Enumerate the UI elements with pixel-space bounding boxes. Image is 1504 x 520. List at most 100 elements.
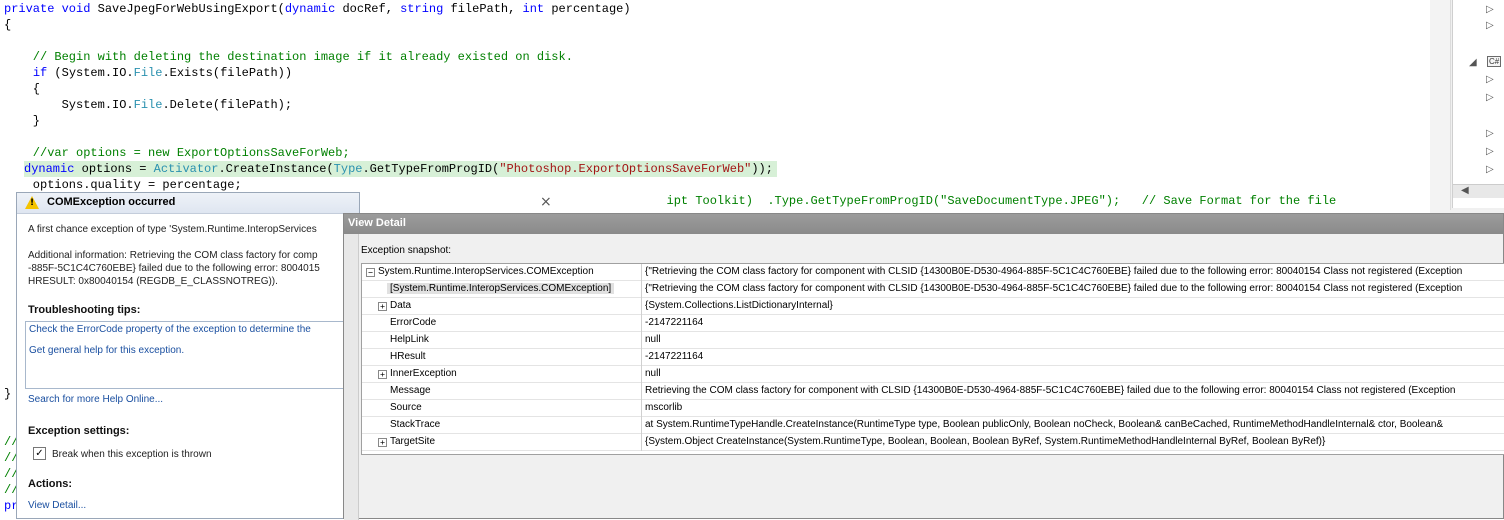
code-token: string	[400, 2, 444, 16]
property-value: -2147221164	[645, 351, 704, 362]
code-line: {	[4, 17, 11, 33]
checkbox-label: Break when this exception is thrown	[52, 449, 212, 460]
window-title: View Detail	[348, 217, 406, 229]
column-divider	[641, 417, 642, 434]
code-token: "Photoshop.ExportOptionsSaveForWeb"	[499, 162, 752, 176]
panel-strip	[1430, 0, 1451, 210]
code-token: (System.IO.	[47, 66, 134, 80]
property-name: ErrorCode	[390, 317, 437, 328]
expand-arrow-icon[interactable]: ▷	[1486, 146, 1494, 157]
expand-arrow-icon[interactable]: ▷	[1486, 128, 1494, 139]
collapse-arrow-icon[interactable]: ◢	[1469, 57, 1477, 68]
code-token: .Exists(filePath))	[162, 66, 293, 80]
expand-arrow-icon[interactable]: ▷	[1486, 92, 1494, 103]
code-line: private void SaveJpegForWebUsingExport(d…	[4, 1, 631, 17]
property-name: Message	[390, 385, 431, 396]
code-token: Activator	[153, 162, 219, 176]
property-value: at System.RuntimeTypeHandle.CreateInstan…	[645, 419, 1444, 430]
tip-link[interactable]: Get general help for this exception.	[29, 345, 347, 356]
search-online-link[interactable]: Search for more Help Online...	[28, 394, 163, 405]
property-name: HResult	[390, 351, 426, 362]
code-token: filePath,	[443, 2, 523, 16]
expand-icon[interactable]: +	[378, 438, 387, 447]
popup-title: COMException occurred	[47, 196, 176, 208]
expand-arrow-icon[interactable]: ▷	[1486, 74, 1494, 85]
property-value: -2147221164	[645, 317, 704, 328]
property-row[interactable]: − System.Runtime.InteropServices.COMExcep…	[362, 264, 1504, 281]
view-detail-link[interactable]: View Detail...	[28, 500, 86, 511]
column-divider	[641, 315, 642, 332]
code-token: if	[32, 66, 48, 80]
break-checkbox[interactable]: ✓	[33, 447, 46, 460]
code-token: }	[4, 114, 41, 128]
code-token: {	[4, 82, 41, 96]
property-name: [System.Runtime.InteropServices.COMExcep…	[387, 283, 615, 294]
code-line: options.quality = percentage;	[4, 177, 242, 193]
property-name: System.Runtime.InteropServices.COMExcept…	[378, 266, 594, 277]
code-token: // Begin with deleting the destination i…	[4, 50, 573, 64]
code-token: File	[133, 66, 163, 80]
property-value: {"Retrieving the COM class factory for c…	[645, 283, 1463, 294]
first-chance-text: A first chance exception of type 'System…	[28, 224, 317, 235]
property-value: {System.Collections.ListDictionaryIntern…	[645, 300, 833, 311]
code-token: .GetTypeFromProgID(	[362, 162, 500, 176]
exception-settings-heading: Exception settings:	[28, 425, 130, 437]
expand-arrow-icon[interactable]: ▷	[1486, 4, 1494, 15]
expand-arrow-icon[interactable]: ▷	[1486, 20, 1494, 31]
code-token: File	[133, 98, 163, 112]
snapshot-label: Exception snapshot:	[361, 245, 452, 256]
csharp-file-icon: C#	[1487, 56, 1502, 67]
exception-property-grid[interactable]: − System.Runtime.InteropServices.COMExcep…	[361, 263, 1504, 455]
code-line: }	[4, 113, 40, 129]
property-row[interactable]: Source mscorlib	[362, 400, 1504, 417]
column-divider	[641, 366, 642, 383]
property-row[interactable]: HelpLink null	[362, 332, 1504, 349]
property-row[interactable]: [System.Runtime.InteropServices.COMExcep…	[362, 281, 1504, 298]
property-name: StackTrace	[390, 419, 441, 430]
code-line: {	[4, 81, 40, 97]
warning-mark: !	[30, 198, 35, 208]
tip-link[interactable]: Check the ErrorCode property of the exce…	[29, 324, 347, 335]
collapse-icon[interactable]: −	[366, 268, 375, 277]
property-value: {System.Object CreateInstance(System.Run…	[645, 436, 1326, 447]
expand-icon[interactable]: +	[378, 302, 387, 311]
property-row[interactable]: + TargetSite {System.Object CreateInstance…	[362, 434, 1504, 451]
code-line: // Begin with deleting the destination i…	[4, 49, 573, 65]
property-value: mscorlib	[645, 402, 683, 413]
close-icon[interactable]: ×	[540, 194, 552, 210]
property-name: TargetSite	[390, 436, 436, 447]
horizontal-scrollbar[interactable]: ◀	[1453, 184, 1504, 198]
property-value: null	[645, 334, 661, 345]
code-token: int	[522, 2, 545, 16]
property-row[interactable]: ErrorCode -2147221164	[362, 315, 1504, 332]
code-token: .Delete(filePath);	[162, 98, 293, 112]
actions-heading: Actions:	[28, 478, 72, 490]
code-token: options =	[74, 162, 154, 176]
code-token: private void	[4, 2, 98, 16]
expand-icon[interactable]: +	[378, 370, 387, 379]
code-line: //var options = new ExportOptionsSaveFor…	[4, 145, 350, 161]
expand-arrow-icon[interactable]: ▷	[1486, 164, 1494, 175]
property-value: {"Retrieving the COM class factory for c…	[645, 266, 1463, 277]
code-token: .CreateInstance(	[218, 162, 334, 176]
property-row[interactable]: Message Retrieving the COM class factory …	[362, 383, 1504, 400]
popup-header: ! COMException occurred	[17, 193, 359, 214]
code-token: Type	[333, 162, 363, 176]
code-token: options.quality = percentage;	[4, 178, 242, 192]
property-row[interactable]: + InnerException null	[362, 366, 1504, 383]
code-token: dynamic	[284, 2, 336, 16]
panel-tree[interactable]: ▷ ▷ ◢ C# ▷ ▷ ▷ ▷ ▷ ◀	[1452, 0, 1504, 208]
property-name: HelpLink	[390, 334, 429, 345]
property-row[interactable]: + Data {System.Collections.ListDictionaryI…	[362, 298, 1504, 315]
property-row[interactable]: HResult -2147221164	[362, 349, 1504, 366]
column-divider	[641, 400, 642, 417]
scroll-left-icon[interactable]: ◀	[1461, 185, 1469, 196]
code-token: SaveJpegForWebUsingExport(	[97, 2, 285, 16]
column-divider	[641, 281, 642, 298]
window-frame	[344, 234, 359, 520]
property-row[interactable]: StackTrace at System.RuntimeTypeHandle.C…	[362, 417, 1504, 434]
code-token: {	[4, 18, 12, 32]
column-divider	[641, 383, 642, 400]
window-titlebar[interactable]: View Detail	[344, 214, 1503, 234]
